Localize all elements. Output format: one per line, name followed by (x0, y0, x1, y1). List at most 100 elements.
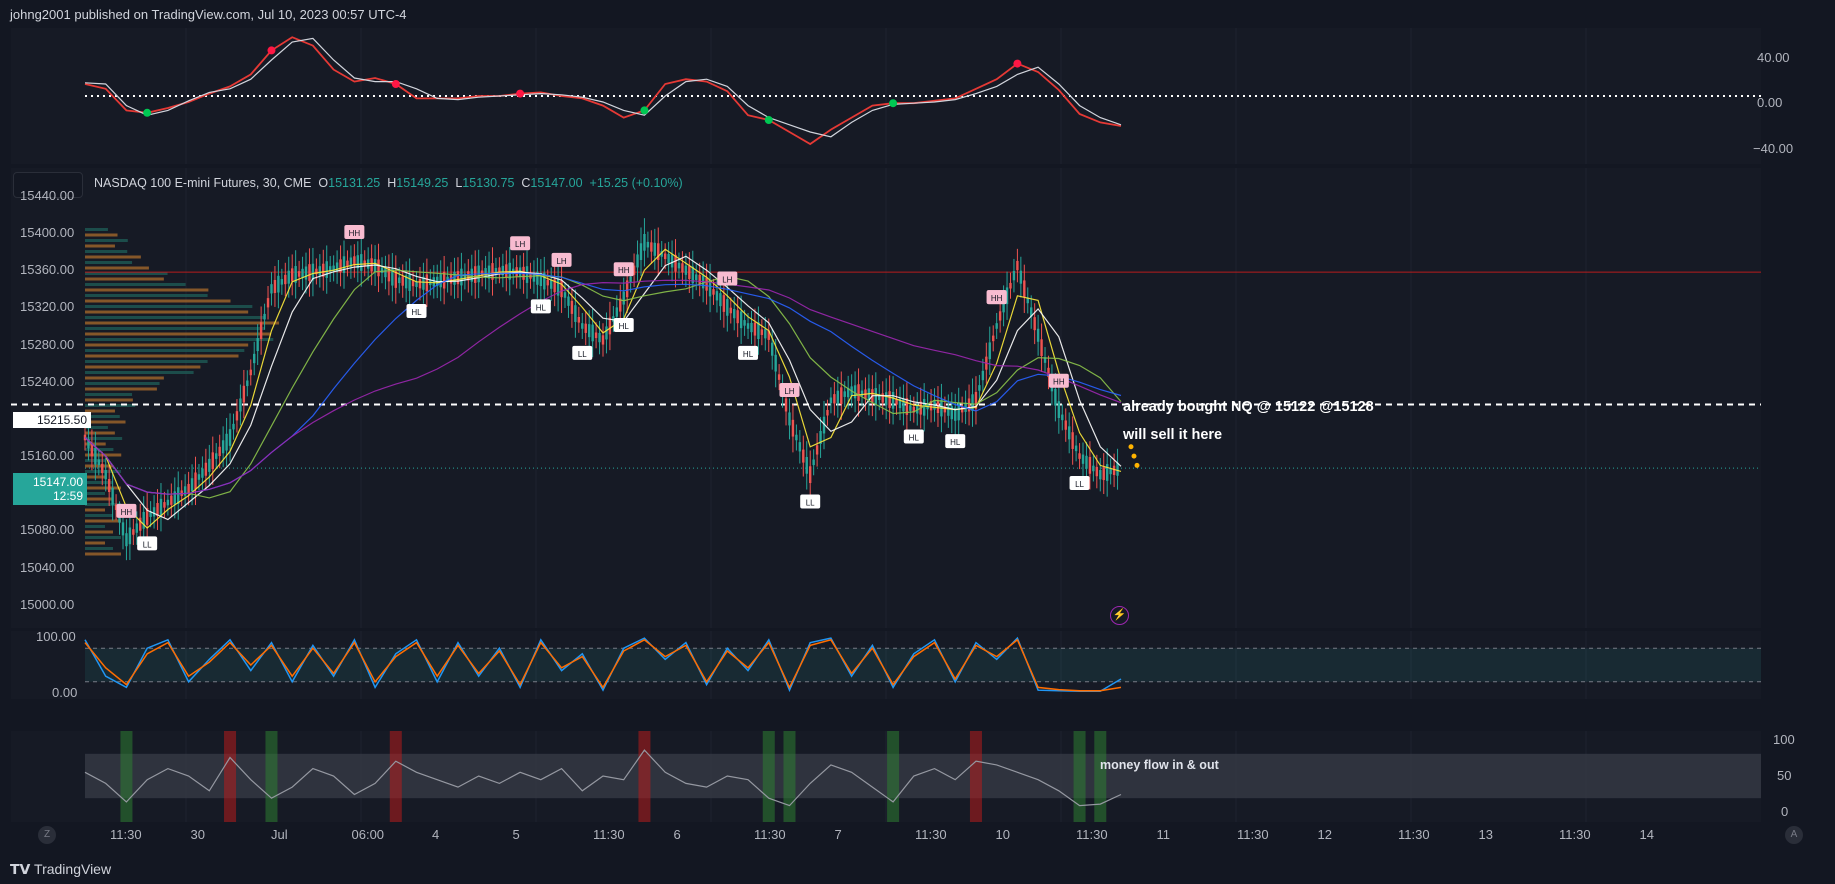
volume-profile-bar (85, 250, 128, 253)
candle-body (242, 385, 246, 403)
candle-body (159, 498, 163, 516)
time-tick: Jul (271, 827, 288, 842)
volume-profile-bar (85, 349, 245, 352)
candle-body (719, 293, 722, 307)
signal-dot (1131, 453, 1137, 459)
candle-body (840, 387, 843, 405)
candle-body (667, 253, 670, 264)
candle-body (1085, 455, 1088, 469)
volume-profile-bar (85, 536, 121, 539)
volume-profile-bar (85, 283, 186, 286)
candle-body (166, 499, 170, 506)
price-tick: 15040.00 (20, 559, 75, 575)
auto-scale-button[interactable]: A (1785, 826, 1803, 844)
candle-body (187, 483, 190, 494)
swing-label: LL (1069, 475, 1090, 490)
candle-body (363, 260, 366, 267)
candle-body (398, 277, 401, 284)
change-value: +15.25 (+0.10%) (589, 176, 683, 190)
candle-body (1071, 432, 1074, 449)
volume-profile-bar (85, 343, 249, 347)
candle-body (411, 280, 415, 287)
swing-label: LH (779, 383, 800, 398)
volume-profile-bar (85, 360, 208, 363)
volume-profile-bar (85, 261, 133, 264)
cross-marker (267, 46, 276, 55)
volume-profile-bar (85, 244, 115, 248)
oscillator-pane[interactable] (11, 28, 1761, 164)
candle-body (784, 398, 788, 412)
candle-body (408, 274, 411, 291)
volume-profile-bar (85, 316, 266, 319)
candle-body (663, 253, 667, 260)
stochastic-pane[interactable] (11, 631, 1761, 699)
swing-label-text: LL (578, 350, 587, 359)
cross-marker (764, 116, 773, 124)
mf-highlight (638, 731, 651, 822)
open-label: O (318, 176, 329, 190)
candle-body (460, 268, 463, 286)
candle-body (684, 265, 688, 275)
candle-body (221, 440, 225, 454)
moneyflow-pane[interactable] (11, 731, 1761, 822)
candle-body (622, 291, 625, 305)
annotation-sell[interactable]: will sell it here (1123, 427, 1222, 443)
price-chart: HHLLHHHLLHHLLHLLHHHLLHHLLHLLHHHLHLHHLLHH (11, 168, 1761, 628)
candle-body (598, 332, 601, 343)
candle-body (577, 316, 581, 323)
swing-label: HL (903, 429, 924, 444)
annotation-money-flow[interactable]: money flow in & out (1100, 758, 1219, 772)
annotation-bought[interactable]: already bought NQ @ 15122 @15128 (1123, 399, 1374, 415)
swing-label-text: HL (536, 303, 547, 312)
time-tick: 6 (673, 827, 681, 842)
time-tick: 06:00 (351, 827, 385, 842)
candle-body (909, 405, 912, 411)
mf-highlight (389, 731, 402, 822)
time-tick: 11:30 (1559, 827, 1591, 842)
candle-body (201, 468, 204, 478)
volume-profile-bar (85, 305, 253, 308)
candle-body (546, 279, 549, 286)
stoch-tick-1: 0.00 (52, 685, 78, 700)
volume-profile-bar (85, 376, 164, 380)
candle-body (1095, 466, 1099, 477)
lightning-icon[interactable]: ⚡ (1110, 606, 1129, 625)
candle-body (318, 266, 322, 276)
candle-body (432, 277, 435, 287)
candle-body (1009, 282, 1012, 289)
candle-body (988, 342, 991, 360)
volume-profile-bar (85, 365, 201, 369)
last-price-value: 15147.00 (32, 475, 83, 489)
open-value: 15131.25 (328, 176, 381, 190)
swing-label-text: LL (143, 540, 152, 549)
zoom-reset-button[interactable]: Z (38, 826, 56, 844)
volume-profile-bar (85, 514, 114, 517)
swing-label: HL (406, 304, 427, 319)
volume-profile-bar (85, 233, 118, 237)
candle-body (563, 292, 567, 298)
candle-body (802, 449, 805, 463)
volume-profile-bar (85, 321, 280, 325)
mf-highlight (1073, 731, 1086, 822)
swing-label-text: LL (806, 499, 815, 508)
tradingview-logo[interactable]: 𝗧𝗩 TradingView (10, 861, 111, 878)
volume-profile-bar (85, 382, 160, 385)
candle-body (246, 380, 249, 387)
price-pane[interactable]: HHLLHHHLLHHLLHLLHHHLLHHLLHLLHHHLHLHHLLHH (11, 168, 1761, 628)
candle-body (101, 463, 104, 474)
mf-tick-0: 100 (1773, 732, 1795, 747)
swing-label: LH (717, 271, 738, 286)
volume-profile-bar (85, 288, 209, 292)
osc-tick-0: 40.00 (1757, 50, 1790, 65)
candle-body (681, 263, 684, 273)
candle-body (1016, 260, 1019, 271)
candle-body (791, 419, 795, 437)
price-tick: 15160.00 (20, 448, 75, 464)
candle-body (232, 423, 235, 430)
candle-body (259, 322, 263, 339)
candle-body (418, 279, 422, 289)
candle-body (726, 299, 729, 316)
candle-body (284, 274, 287, 285)
candle-body (135, 523, 138, 533)
candle-body (346, 260, 349, 267)
